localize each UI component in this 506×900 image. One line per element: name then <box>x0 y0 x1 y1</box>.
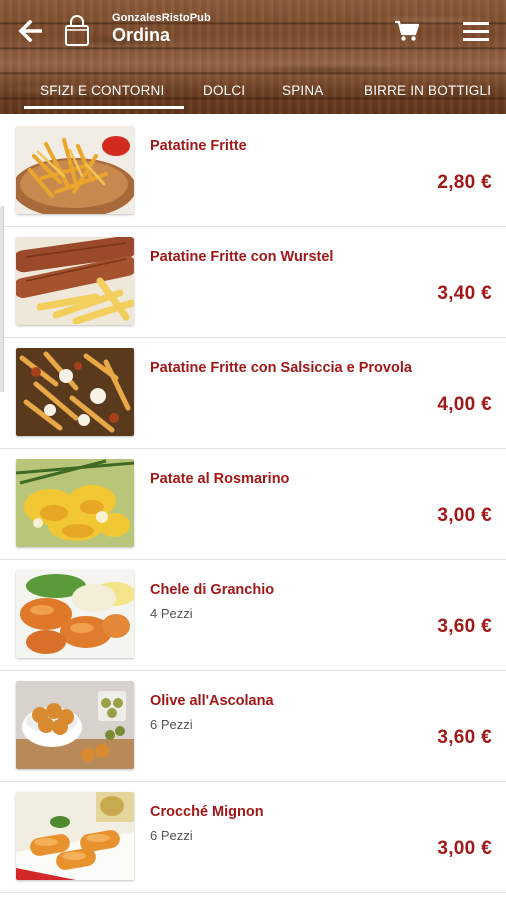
active-tab-indicator <box>24 106 184 109</box>
page-title: Ordina <box>112 25 171 45</box>
croquettes-image <box>16 792 134 880</box>
tab-spina[interactable]: SPINA <box>282 70 324 110</box>
item-quantity-note: 6 Pezzi <box>150 717 193 732</box>
fries-wurstel-image <box>16 237 134 325</box>
item-price: 3,40 € <box>437 283 492 304</box>
item-name: Chele di Granchio <box>150 582 275 598</box>
item-quantity-note: 4 Pezzi <box>150 606 193 621</box>
fries-sausage-image <box>16 348 134 436</box>
item-name: Patatine Fritte con Wurstel <box>150 249 334 265</box>
app-header: GonzalesRistoPub Ordina SFIZI E CONTORNI… <box>0 0 506 114</box>
app-name: GonzalesRistoPub <box>112 12 211 24</box>
hamburger-menu-icon[interactable] <box>458 14 494 48</box>
cart-icon[interactable] <box>390 14 424 48</box>
tab-dolci[interactable]: DOLCI <box>203 70 245 110</box>
product-list[interactable]: Patatine Fritte 2,80 € Patatine Fritte c… <box>0 116 506 900</box>
fries-image <box>16 126 134 214</box>
rosemary-potatoes-image <box>16 459 134 547</box>
item-name: Olive all'Ascolana <box>150 693 274 709</box>
item-price: 3,00 € <box>437 838 492 859</box>
drawer-edge-handle[interactable] <box>0 206 4 392</box>
item-price: 3,60 € <box>437 727 492 748</box>
tab-sfizi-e-contorni[interactable]: SFIZI E CONTORNI <box>40 70 164 110</box>
list-item[interactable]: Patatine Fritte 2,80 € <box>0 116 506 227</box>
back-arrow-icon[interactable] <box>14 14 48 48</box>
tab-birre-in-bottiglia[interactable]: BIRRE IN BOTTIGLI <box>364 70 491 110</box>
item-price: 4,00 € <box>437 394 492 415</box>
header-titles: GonzalesRistoPub Ordina <box>112 12 211 46</box>
list-item[interactable]: Crocché Mignon 6 Pezzi 3,00 € <box>0 782 506 893</box>
item-quantity-note: 6 Pezzi <box>150 828 193 843</box>
item-price: 3,00 € <box>437 505 492 526</box>
item-name: Crocché Mignon <box>150 804 264 820</box>
item-price: 3,60 € <box>437 616 492 637</box>
ascolana-olives-image <box>16 681 134 769</box>
list-item[interactable]: Patatine Fritte con Wurstel 3,40 € <box>0 227 506 338</box>
list-item[interactable]: Patate al Rosmarino 3,00 € <box>0 449 506 560</box>
item-name: Patatine Fritte <box>150 138 247 154</box>
shopping-bag-icon <box>60 13 94 49</box>
item-name: Patate al Rosmarino <box>150 471 290 487</box>
item-name: Patatine Fritte con Salsiccia e Provola <box>150 360 412 376</box>
list-item[interactable]: Olive all'Ascolana 6 Pezzi 3,60 € <box>0 671 506 782</box>
list-item[interactable]: Chele di Granchio 4 Pezzi 3,60 € <box>0 560 506 671</box>
item-price: 2,80 € <box>437 172 492 193</box>
crab-claws-image <box>16 570 134 658</box>
list-item[interactable]: Patatine Fritte con Salsiccia e Provola … <box>0 338 506 449</box>
